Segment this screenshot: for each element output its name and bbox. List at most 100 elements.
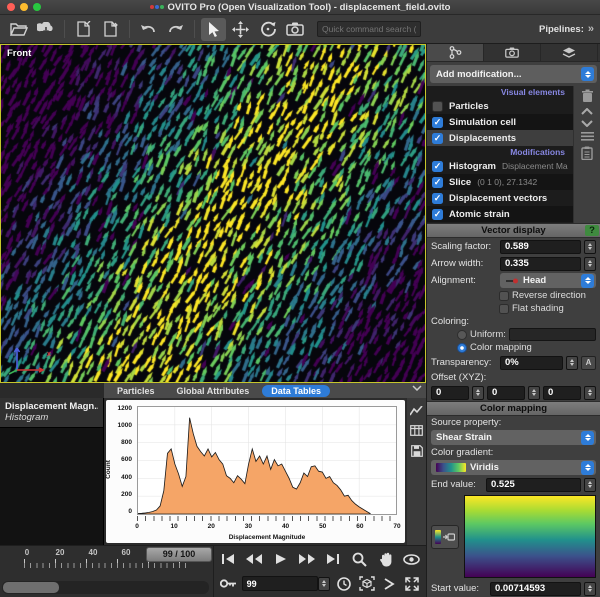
pipeline-item-simulation-cell[interactable]: ✓ Simulation cell bbox=[427, 114, 573, 130]
tab-render[interactable] bbox=[484, 44, 541, 61]
spinner-arrows-icon[interactable] bbox=[584, 257, 596, 271]
arrow-width-field[interactable]: 0.335 bbox=[500, 257, 581, 271]
timeline-scrollbar[interactable] bbox=[2, 581, 209, 594]
next-frame-button[interactable] bbox=[298, 550, 316, 568]
tab-global-attributes[interactable]: Global Attributes bbox=[168, 385, 259, 397]
spinner-arrows-icon[interactable] bbox=[318, 577, 330, 591]
checkbox-checked[interactable]: ✓ bbox=[432, 133, 443, 144]
start-value-field[interactable]: 0.00714593 bbox=[490, 582, 581, 596]
checkbox-checked[interactable]: ✓ bbox=[432, 193, 443, 204]
minimize-window-button[interactable] bbox=[20, 3, 28, 11]
spinner-arrows-icon[interactable] bbox=[584, 582, 596, 596]
end-value-field[interactable]: 0.525 bbox=[486, 478, 581, 492]
timeline-ruler[interactable]: 0 20 40 60 80 99 / 100 bbox=[0, 546, 214, 597]
maximize-viewport-button[interactable] bbox=[403, 575, 421, 593]
transparency-field[interactable]: 0% bbox=[500, 356, 563, 370]
checkbox-checked[interactable]: ✓ bbox=[432, 209, 443, 220]
spinner-arrows-icon[interactable] bbox=[584, 240, 596, 254]
close-window-button[interactable] bbox=[7, 3, 15, 11]
spinner-arrows-icon[interactable] bbox=[472, 386, 484, 400]
redo-button[interactable] bbox=[163, 18, 188, 41]
tab-particles[interactable]: Particles bbox=[108, 385, 164, 397]
checkbox-checked[interactable]: ✓ bbox=[432, 117, 443, 128]
play-button[interactable] bbox=[272, 550, 290, 568]
move-modifier-up-button[interactable] bbox=[581, 108, 593, 115]
add-modification-dropdown[interactable]: Add modification... bbox=[430, 65, 597, 83]
spinner-arrows-icon[interactable] bbox=[584, 386, 596, 400]
paste-modifier-button[interactable] bbox=[581, 146, 593, 160]
move-modifier-down-button[interactable] bbox=[581, 120, 593, 127]
zoom-scene-extents-button[interactable] bbox=[358, 575, 376, 593]
color-gradient-dropdown[interactable]: Viridis bbox=[431, 460, 596, 475]
collapse-inspector-button[interactable] bbox=[412, 385, 422, 391]
pipeline-item-slice[interactable]: ✓ Slice (0 1 0), 27.1342 bbox=[427, 174, 573, 190]
help-button[interactable]: ? bbox=[585, 225, 599, 236]
spinner-arrows-icon[interactable] bbox=[528, 386, 540, 400]
zoom-mode-button[interactable] bbox=[350, 550, 368, 568]
toggle-modifier-groups-button[interactable] bbox=[581, 132, 594, 141]
undo-button[interactable] bbox=[136, 18, 161, 41]
command-prompt-button[interactable] bbox=[380, 575, 398, 593]
uniform-color-swatch[interactable] bbox=[509, 328, 596, 341]
first-frame-button[interactable] bbox=[219, 550, 237, 568]
tab-layers[interactable] bbox=[541, 44, 598, 61]
auto-key-button[interactable] bbox=[219, 575, 237, 593]
offset-x-field[interactable]: 0 bbox=[431, 386, 469, 400]
tab-pipeline[interactable] bbox=[427, 44, 484, 61]
pipeline-item-displacement-vectors[interactable]: ✓ Displacement vectors bbox=[427, 190, 573, 206]
checkbox-unchecked[interactable] bbox=[432, 101, 443, 112]
pipeline-list[interactable]: Visual elements Particles ✓ Simulation c… bbox=[427, 86, 573, 223]
import-data-button[interactable] bbox=[71, 18, 96, 41]
reverse-direction-row[interactable]: Reverse direction bbox=[427, 289, 600, 302]
data-table-list-item[interactable]: Displacement Magn... Histogram bbox=[0, 398, 103, 428]
offset-y-field[interactable]: 0 bbox=[487, 386, 525, 400]
timeline-slider-thumb[interactable]: 99 / 100 bbox=[146, 547, 212, 562]
checkbox-unchecked[interactable] bbox=[499, 291, 509, 301]
open-file-button[interactable] bbox=[6, 18, 31, 41]
pipelines-toggle[interactable]: Pipelines: » bbox=[539, 23, 594, 35]
frame-spinbox[interactable]: 99 bbox=[242, 576, 318, 591]
viewport-canvas[interactable] bbox=[1, 45, 425, 382]
source-property-dropdown[interactable]: Shear Strain bbox=[431, 430, 596, 445]
spinner-arrows-icon[interactable] bbox=[566, 356, 578, 370]
last-frame-button[interactable] bbox=[324, 550, 342, 568]
plot-mode-button[interactable] bbox=[410, 406, 423, 416]
export-color-map-button[interactable] bbox=[431, 525, 459, 549]
pipeline-item-atomic-strain[interactable]: ✓ Atomic strain bbox=[427, 206, 573, 222]
checkbox-checked[interactable]: ✓ bbox=[432, 177, 443, 188]
timeline-scrollbar-thumb[interactable] bbox=[3, 582, 59, 593]
scaling-factor-field[interactable]: 0.589 bbox=[500, 240, 581, 254]
viewport-front[interactable]: Front x bbox=[0, 44, 426, 383]
viewport-caption[interactable]: Front bbox=[7, 48, 31, 59]
checkbox-unchecked[interactable] bbox=[499, 304, 509, 314]
selection-mode-button[interactable] bbox=[201, 18, 226, 41]
radio-selected[interactable] bbox=[457, 343, 467, 353]
delete-modifier-button[interactable] bbox=[581, 89, 594, 103]
uniform-coloring-row[interactable]: Uniform: bbox=[427, 328, 600, 341]
zoom-window-button[interactable] bbox=[33, 3, 41, 11]
flat-shading-row[interactable]: Flat shading bbox=[427, 302, 600, 315]
checkbox-checked[interactable]: ✓ bbox=[432, 161, 443, 172]
pipeline-item-particles[interactable]: Particles bbox=[427, 98, 573, 114]
animation-settings-button[interactable] bbox=[335, 575, 353, 593]
data-table-list[interactable]: Displacement Magn... Histogram bbox=[0, 398, 104, 545]
color-mapping-coloring-row[interactable]: Color mapping bbox=[427, 341, 600, 354]
previous-frame-button[interactable] bbox=[245, 550, 263, 568]
alignment-dropdown[interactable]: Head bbox=[500, 273, 596, 288]
quick-command-search-input[interactable] bbox=[317, 21, 421, 37]
animate-parameter-button[interactable]: A bbox=[581, 356, 596, 370]
orbit-mode-button[interactable] bbox=[403, 550, 421, 568]
render-button[interactable] bbox=[282, 18, 307, 41]
pipeline-item-histogram[interactable]: ✓ Histogram Displacement Magni bbox=[427, 158, 573, 174]
import-remote-file-button[interactable] bbox=[33, 18, 58, 41]
save-data-button[interactable] bbox=[411, 445, 423, 457]
rotate-mode-button[interactable] bbox=[255, 18, 280, 41]
spinner-arrows-icon[interactable] bbox=[584, 478, 596, 492]
move-mode-button[interactable] bbox=[228, 18, 253, 41]
offset-z-field[interactable]: 0 bbox=[543, 386, 581, 400]
tab-data-tables[interactable]: Data Tables bbox=[262, 385, 330, 397]
radio-unselected[interactable] bbox=[457, 330, 467, 340]
pan-mode-button[interactable] bbox=[377, 550, 395, 568]
export-data-button[interactable] bbox=[98, 18, 123, 41]
pipeline-item-displacements[interactable]: ✓ Displacements bbox=[427, 130, 573, 146]
